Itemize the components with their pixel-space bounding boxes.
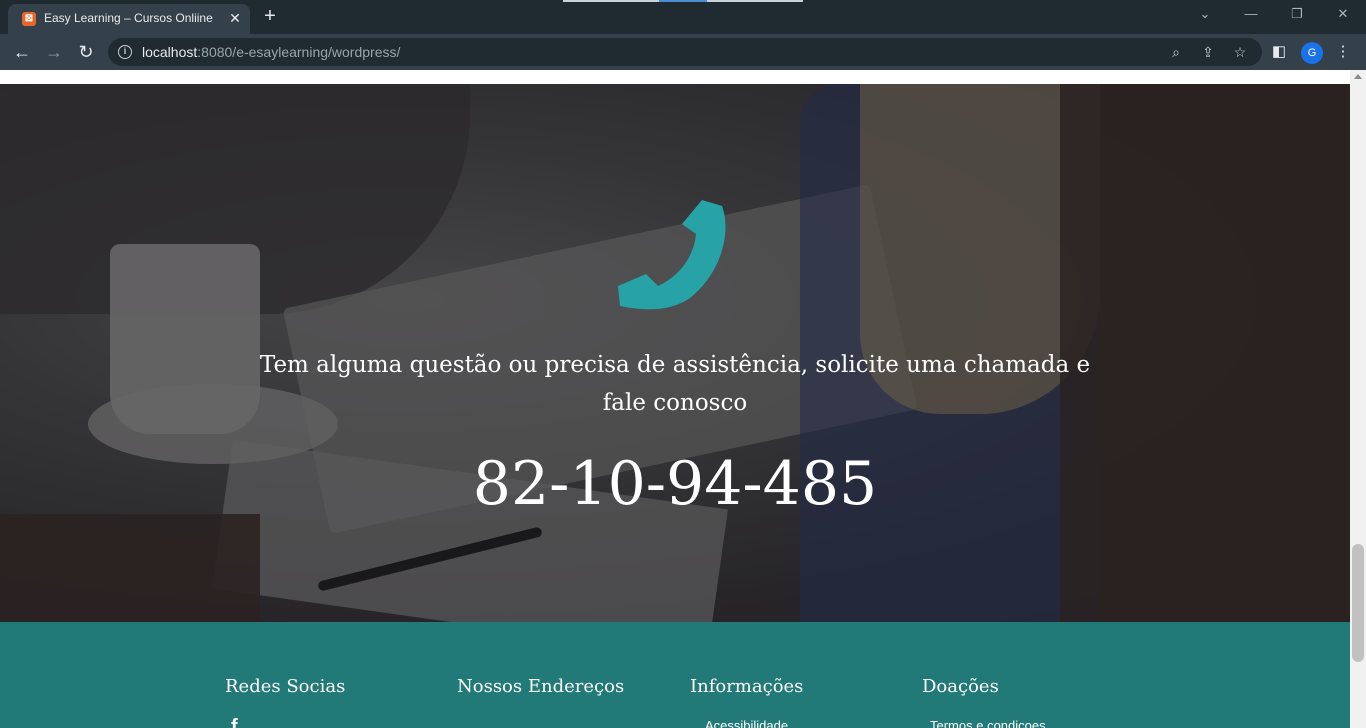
browser-toolbar: ← → ↻ i localhost:8080/e-esaylearning/wo…	[0, 34, 1366, 70]
page-scrollbar[interactable]	[1350, 70, 1366, 728]
address-bar[interactable]: i localhost:8080/e-esaylearning/wordpres…	[108, 38, 1262, 66]
restore-icon[interactable]: ❐	[1287, 6, 1307, 22]
page-viewport: Tem alguma questão ou precisa de assistê…	[0, 70, 1350, 728]
back-arrow-icon[interactable]: ←	[11, 41, 33, 63]
forward-arrow-icon[interactable]: →	[43, 41, 65, 63]
footer-title-social: Redes Socias	[225, 676, 346, 697]
call-to-action-section: Tem alguma questão ou precisa de assistê…	[0, 84, 1350, 622]
footer-link-accessibility[interactable]: Acessibilidade	[705, 718, 788, 728]
scroll-up-arrow-icon[interactable]	[1354, 74, 1362, 79]
kebab-menu-icon[interactable]: ⋮	[1333, 42, 1353, 62]
profile-avatar[interactable]: G	[1301, 42, 1323, 64]
bookmark-star-icon[interactable]: ☆	[1230, 42, 1250, 62]
tab-search-chevron-down-icon[interactable]: ⌄	[1195, 6, 1215, 22]
side-panel-icon[interactable]: ◧	[1269, 42, 1289, 62]
loading-progress-fill	[659, 0, 707, 2]
loading-progress-bar	[563, 0, 803, 2]
footer-title-donations: Doações	[922, 676, 999, 697]
site-info-icon[interactable]: i	[118, 45, 132, 59]
site-footer: Redes Socias Nossos Endereços Informaçõe…	[0, 622, 1350, 728]
tab-close-icon[interactable]: ✕	[226, 9, 244, 27]
scrollbar-thumb[interactable]	[1352, 544, 1364, 662]
minimize-icon[interactable]: —	[1241, 6, 1261, 21]
phone-number[interactable]: 82-10-94-485	[375, 444, 975, 524]
reload-icon[interactable]: ↻	[75, 41, 97, 63]
window-close-icon[interactable]: ✕	[1333, 6, 1353, 22]
browser-tab-active[interactable]: ⊠ Easy Learning – Cursos Onliine ✕	[8, 4, 250, 34]
phone-icon	[618, 200, 726, 310]
footer-title-information: Informações	[690, 676, 804, 697]
xampp-favicon-icon: ⊠	[22, 12, 36, 26]
tab-title: Easy Learning – Cursos Onliine	[44, 11, 213, 25]
browser-tab-bar: ⊠ Easy Learning – Cursos Onliine ✕ + ⌄ —…	[0, 0, 1366, 34]
zoom-icon[interactable]: ⌕	[1166, 42, 1186, 62]
footer-title-addresses: Nossos Endereços	[457, 676, 625, 697]
facebook-icon[interactable]: f	[231, 716, 238, 728]
footer-link-terms[interactable]: Termos e condiçoes	[930, 718, 1046, 728]
share-icon[interactable]: ⇪	[1198, 42, 1218, 62]
cta-message: Tem alguma questão ou precisa de assistê…	[259, 352, 1091, 416]
url-text[interactable]: localhost:8080/e-esaylearning/wordpress/	[142, 44, 400, 60]
new-tab-icon[interactable]: +	[260, 6, 280, 26]
